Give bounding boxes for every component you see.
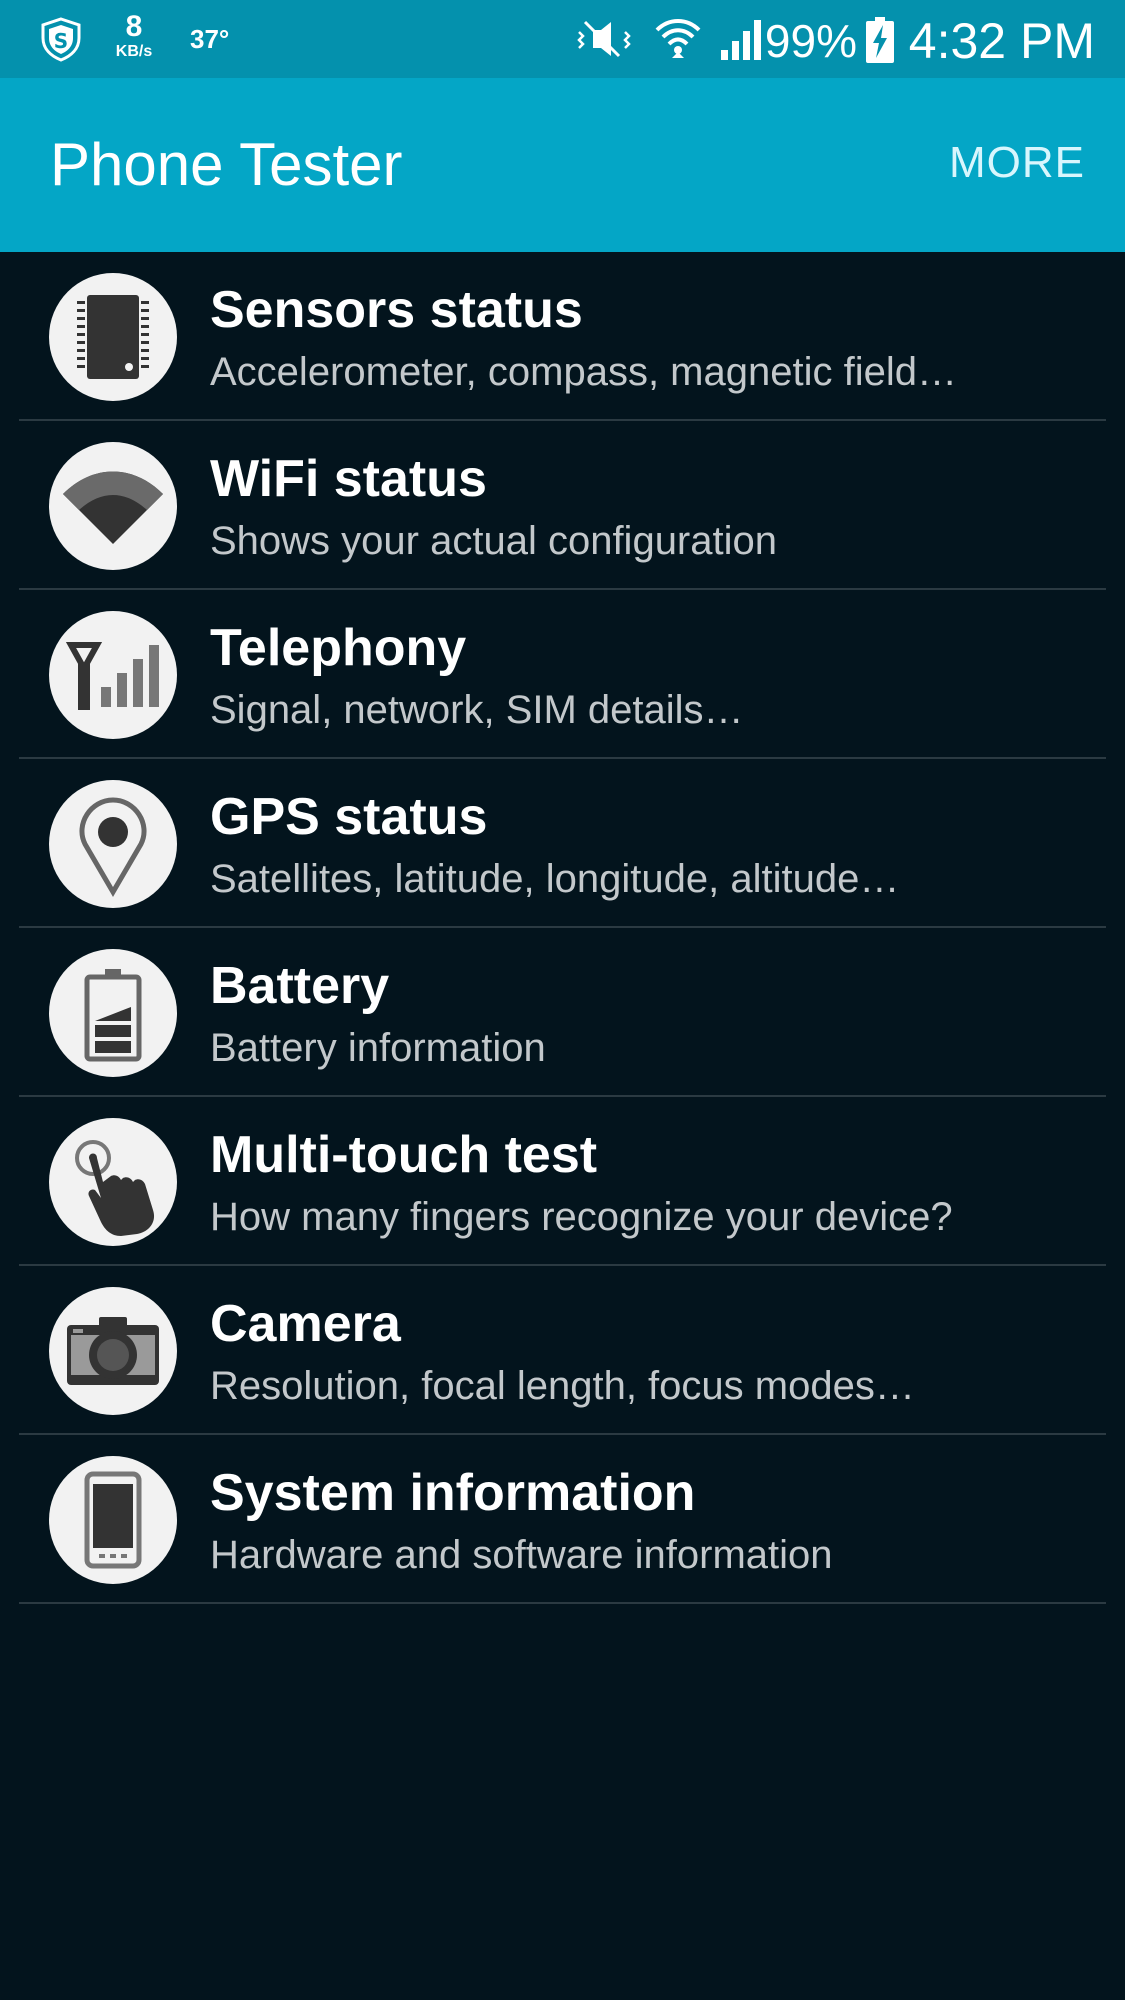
touch-hand-icon bbox=[49, 1118, 177, 1246]
network-speed-unit: KB/s bbox=[115, 43, 153, 60]
list-item-system-information[interactable]: System information Hardware and software… bbox=[0, 1435, 1125, 1604]
divider bbox=[19, 1602, 1106, 1604]
camera-icon bbox=[49, 1287, 177, 1415]
list-item-telephony[interactable]: Telephony Signal, network, SIM details… bbox=[0, 590, 1125, 759]
battery-icon bbox=[49, 949, 177, 1077]
item-title: System information bbox=[210, 1464, 696, 1522]
antenna-signal-icon bbox=[49, 611, 177, 739]
wifi-icon bbox=[655, 19, 701, 58]
network-speed-value: 8 bbox=[125, 10, 143, 43]
feature-list: Sensors status Accelerometer, compass, m… bbox=[0, 252, 1125, 1604]
item-subtitle: Hardware and software information bbox=[210, 1533, 833, 1577]
signal-icon bbox=[721, 20, 761, 60]
list-item-multi-touch-test[interactable]: Multi-touch test How many fingers recogn… bbox=[0, 1097, 1125, 1266]
battery-charging-icon bbox=[866, 17, 894, 63]
item-subtitle: Battery information bbox=[210, 1026, 546, 1070]
item-title: Camera bbox=[210, 1295, 401, 1353]
smartphone-icon bbox=[49, 1456, 177, 1584]
list-item-wifi-status[interactable]: WiFi status Shows your actual configurat… bbox=[0, 421, 1125, 590]
chip-icon bbox=[49, 273, 177, 401]
wifi-wedge-icon bbox=[49, 442, 177, 570]
location-pin-icon bbox=[49, 780, 177, 908]
app-bar: Phone Tester MORE bbox=[0, 78, 1125, 252]
item-subtitle: Accelerometer, compass, magnetic field… bbox=[210, 350, 957, 394]
mute-icon bbox=[577, 20, 631, 58]
item-title: GPS status bbox=[210, 788, 488, 846]
item-subtitle: Shows your actual configuration bbox=[210, 519, 777, 563]
list-item-battery[interactable]: Battery Battery information bbox=[0, 928, 1125, 1097]
item-subtitle: Signal, network, SIM details… bbox=[210, 688, 744, 732]
list-item-camera[interactable]: Camera Resolution, focal length, focus m… bbox=[0, 1266, 1125, 1435]
list-item-sensors-status[interactable]: Sensors status Accelerometer, compass, m… bbox=[0, 252, 1125, 421]
network-speed: 8 KB/s bbox=[108, 12, 160, 60]
svg-text:S: S bbox=[54, 29, 68, 53]
shield-icon: S bbox=[41, 17, 81, 62]
item-subtitle: How many fingers recognize your device? bbox=[210, 1195, 953, 1239]
status-bar: S 8 KB/s 37° 99% 4:32 PM bbox=[0, 0, 1125, 78]
item-title: Multi-touch test bbox=[210, 1126, 598, 1184]
temperature: 37° bbox=[190, 24, 230, 54]
item-title: Sensors status bbox=[210, 281, 583, 339]
item-subtitle: Satellites, latitude, longitude, altitud… bbox=[210, 857, 900, 901]
app-title: Phone Tester bbox=[50, 131, 403, 198]
list-item-gps-status[interactable]: GPS status Satellites, latitude, longitu… bbox=[0, 759, 1125, 928]
item-title: Battery bbox=[210, 957, 390, 1015]
item-title: Telephony bbox=[210, 619, 467, 677]
item-title: WiFi status bbox=[210, 450, 487, 508]
clock: 4:32 PM bbox=[908, 13, 1095, 69]
more-button[interactable]: MORE bbox=[949, 138, 1085, 188]
item-subtitle: Resolution, focal length, focus modes… bbox=[210, 1364, 915, 1408]
battery-percent: 99% bbox=[764, 15, 857, 67]
